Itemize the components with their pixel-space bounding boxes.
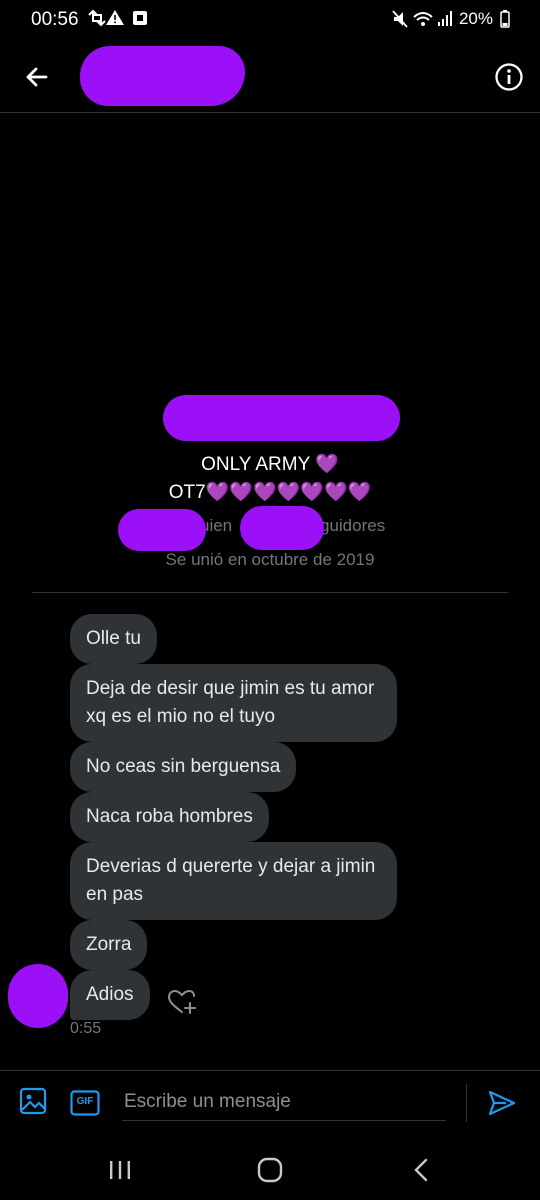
message-input[interactable] bbox=[122, 1084, 446, 1121]
gif-label: GIF bbox=[76, 1096, 94, 1107]
recent-apps-icon bbox=[110, 1161, 130, 1179]
add-image-button[interactable] bbox=[18, 1086, 48, 1116]
back-button[interactable] bbox=[22, 62, 52, 92]
message-bubble[interactable]: No ceas sin berguensa bbox=[70, 742, 297, 792]
battery-icon bbox=[500, 10, 510, 28]
signal-icons bbox=[392, 10, 452, 28]
redacted-followers-count bbox=[240, 506, 324, 550]
notification-icons bbox=[88, 9, 147, 27]
divider bbox=[32, 592, 508, 593]
message-bubble[interactable]: Deja de desir que jimin es tu amor xq es… bbox=[70, 664, 397, 742]
composer-divider bbox=[466, 1084, 467, 1122]
conversation-header bbox=[0, 40, 540, 113]
add-gif-button[interactable]: GIF bbox=[70, 1090, 100, 1116]
message-bubble[interactable]: Naca roba hombres bbox=[70, 792, 269, 842]
home-icon bbox=[257, 1157, 283, 1183]
message-timestamp: 0:55 bbox=[70, 1020, 102, 1037]
info-icon bbox=[495, 63, 523, 91]
chevron-left-icon bbox=[414, 1158, 428, 1182]
redacted-profile-name bbox=[163, 395, 400, 441]
add-reaction-button[interactable] bbox=[166, 986, 198, 1018]
home-button[interactable] bbox=[256, 1156, 284, 1184]
send-icon bbox=[488, 1090, 516, 1116]
message-bubble[interactable]: Adios bbox=[70, 970, 150, 1020]
back-arrow-icon bbox=[26, 67, 48, 87]
send-button[interactable] bbox=[486, 1088, 518, 1118]
status-time: 00:56 bbox=[31, 9, 79, 30]
status-bar: 00:56 20% bbox=[0, 0, 540, 40]
system-nav-bar bbox=[0, 1140, 540, 1200]
profile-bio-line1: ONLY ARMY 💜 bbox=[201, 454, 339, 475]
redacted-following-count bbox=[118, 509, 206, 551]
message-bubble[interactable]: Deverias d quererte y dejar a jimin en p… bbox=[70, 842, 397, 920]
image-icon bbox=[19, 1087, 47, 1115]
info-button[interactable] bbox=[494, 62, 524, 92]
heart-plus-icon bbox=[167, 989, 196, 1014]
system-back-button[interactable] bbox=[408, 1156, 436, 1184]
profile-bio-line2: OT7💜💜💜💜💜💜💜 bbox=[168, 482, 372, 503]
recent-apps-button[interactable] bbox=[106, 1156, 134, 1184]
profile-joined-date: Se unió en octubre de 2019 bbox=[165, 550, 375, 569]
status-right: 20% bbox=[392, 9, 510, 29]
status-notification-icons bbox=[87, 8, 157, 33]
redacted-username bbox=[80, 46, 245, 106]
followers-label: guidores bbox=[320, 516, 386, 535]
battery-percent: 20% bbox=[458, 9, 493, 28]
message-bubble[interactable]: Zorra bbox=[70, 920, 148, 970]
message-bubble[interactable]: Olle tu bbox=[70, 614, 157, 664]
redacted-avatar bbox=[8, 964, 68, 1028]
